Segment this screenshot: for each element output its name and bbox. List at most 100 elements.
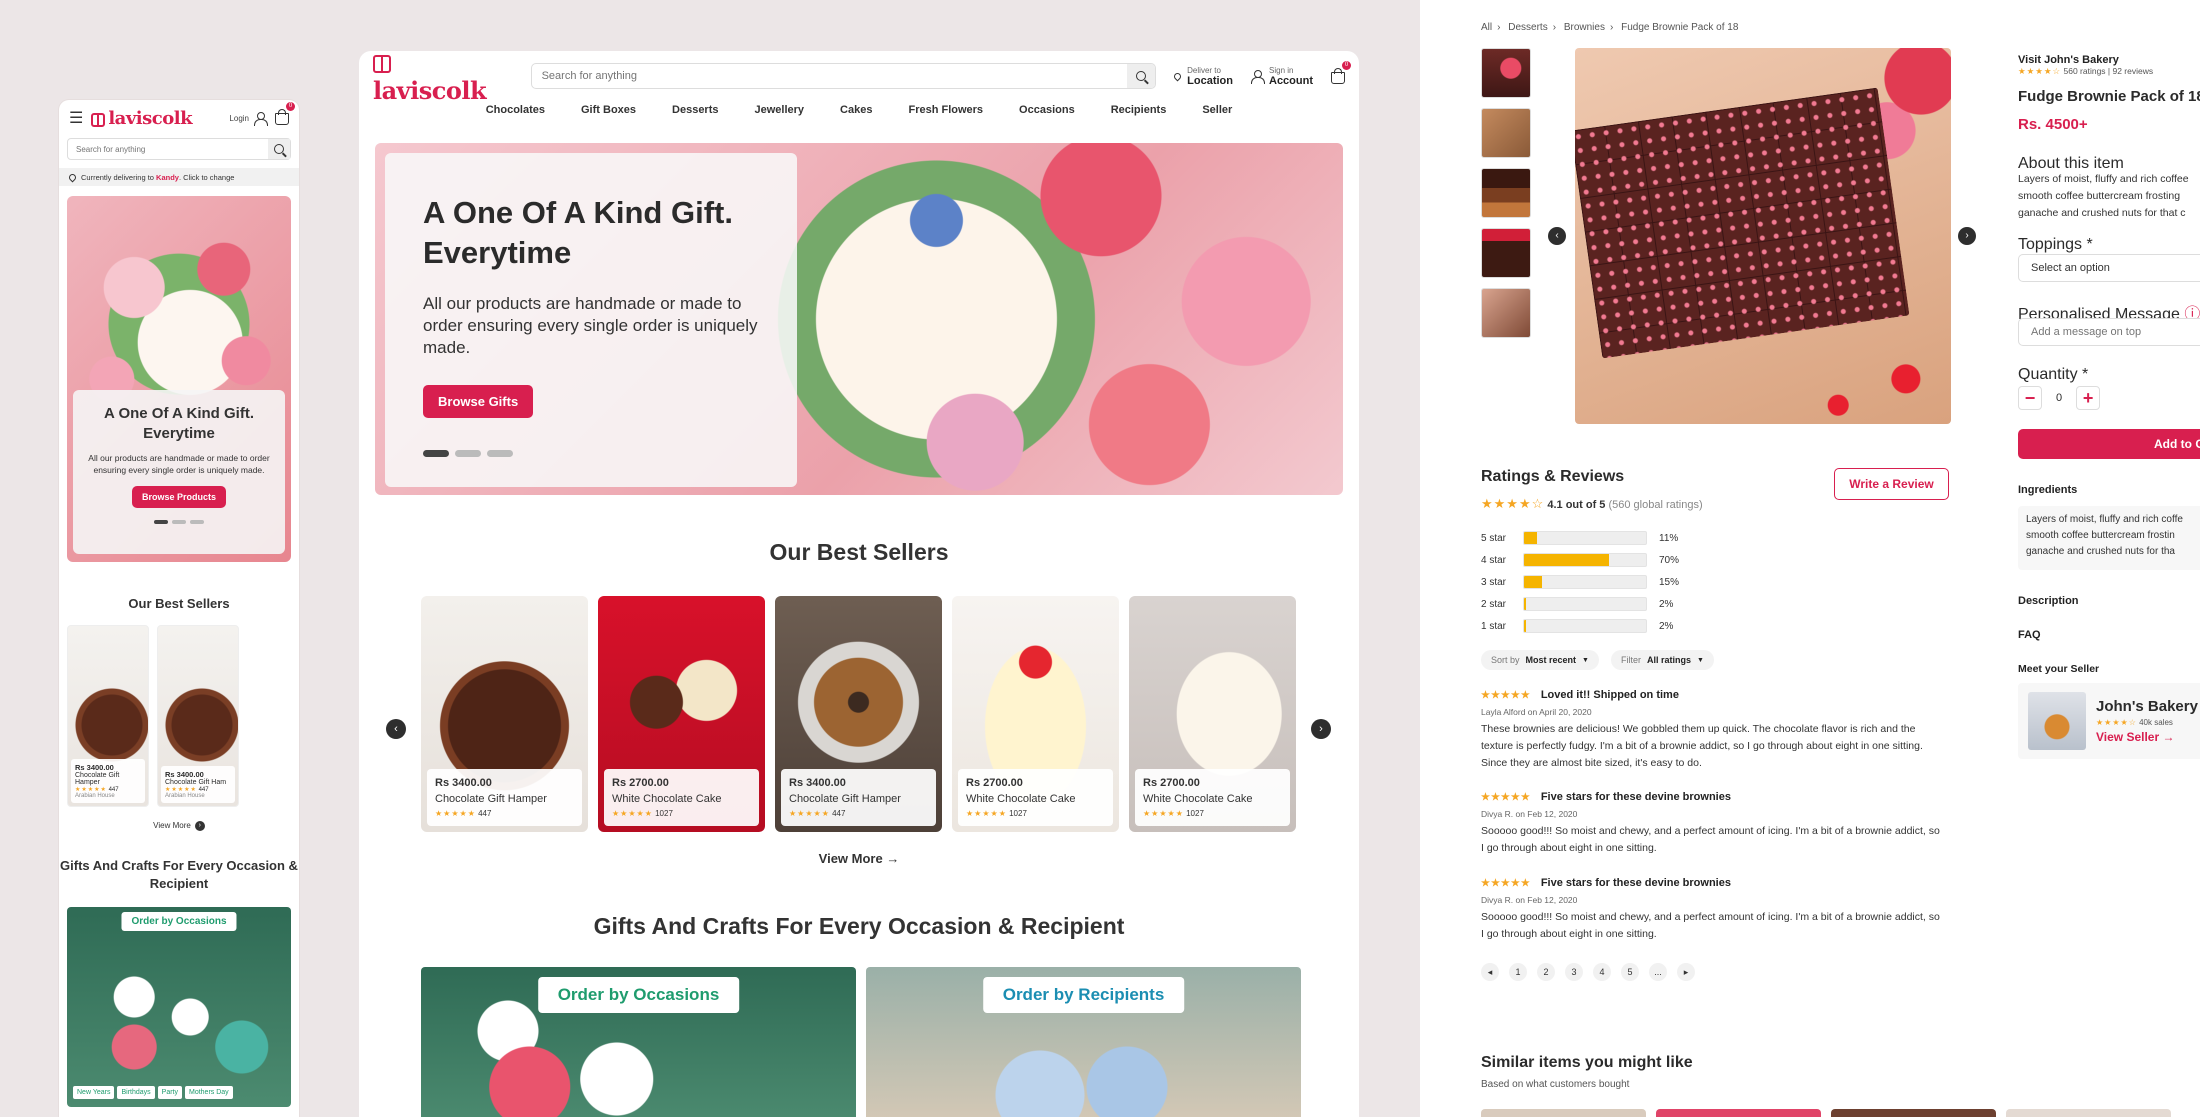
page-button[interactable]: 2 [1537, 963, 1555, 981]
filter-dropdown[interactable]: Filter All ratings ▼ [1610, 650, 1714, 670]
chip-mothers-day[interactable]: Mothers Day [185, 1086, 233, 1099]
carousel-dot[interactable] [423, 450, 449, 457]
description-toggle[interactable]: Description [2018, 595, 2200, 607]
sort-dropdown[interactable]: Sort by Most recent ▼ [1481, 650, 1599, 670]
view-more-link[interactable]: View More › [59, 821, 299, 831]
carousel-dot[interactable] [455, 450, 481, 457]
nav-desserts[interactable]: Desserts [654, 104, 736, 116]
best-sellers-title: Our Best Sellers [128, 596, 230, 611]
order-by-occasions-tag[interactable]: Order by Occasions [121, 912, 237, 931]
mobile-hero: A One Of A Kind Gift. Everytime All our … [67, 196, 291, 562]
deliver-to-button[interactable]: Deliver to Location [1172, 66, 1233, 87]
carousel-dot[interactable] [487, 450, 513, 457]
thumbnail[interactable] [1481, 108, 1531, 158]
faq-toggle[interactable]: FAQ [2018, 629, 2200, 641]
occasions-banner[interactable]: Order by Occasions New Years Birthdays P… [67, 907, 291, 1107]
order-by-occasions-tag[interactable]: Order by Occasions [537, 977, 740, 1013]
nav-jewellery[interactable]: Jewellery [737, 104, 823, 116]
chip-birthdays[interactable]: Birthdays [117, 1086, 155, 1099]
nav-occasions[interactable]: Occasions [1001, 104, 1093, 116]
product-title: Fudge Brownie Pack of 18 [2018, 88, 2200, 105]
chip-new-years[interactable]: New Years [73, 1086, 115, 1099]
product-card[interactable]: Rs 2700.00 White Chocolate Cake ★★★★★ 10… [1129, 596, 1296, 832]
nav-recipients[interactable]: Recipients [1093, 104, 1185, 116]
browse-gifts-button[interactable]: Browse Gifts [423, 385, 534, 418]
thumbnail[interactable] [1481, 288, 1531, 338]
search-input[interactable] [68, 144, 268, 154]
thumbnail[interactable] [1481, 48, 1531, 98]
nav-gift-boxes[interactable]: Gift Boxes [563, 104, 654, 116]
similar-item[interactable] [2006, 1109, 2171, 1117]
product-card[interactable]: Rs 3400.00 Chocolate Gift Ham ★★★★★ 447 … [157, 625, 239, 807]
page-button[interactable]: 5 [1621, 963, 1639, 981]
rating-bar-label: 3 star [1481, 576, 1507, 588]
nav-chocolates[interactable]: Chocolates [468, 104, 563, 116]
view-seller-link[interactable]: View Seller → [2096, 730, 2198, 744]
desktop-search [530, 63, 1157, 89]
delivery-bar[interactable]: Currently delivering to Kandy. Click to … [59, 168, 299, 186]
rating-bar-row[interactable]: 2 star 2% [1481, 593, 1679, 615]
similar-item[interactable] [1656, 1109, 1821, 1117]
image-prev-button[interactable]: ‹ [1548, 227, 1566, 245]
thumbnail[interactable] [1481, 168, 1531, 218]
rating-bar-label: 1 star [1481, 620, 1507, 632]
product-card[interactable]: Rs 3400.00 Chocolate Gift Hamper ★★★★★ 4… [67, 625, 149, 807]
carousel-dot[interactable] [172, 520, 186, 524]
nav-seller[interactable]: Seller [1184, 104, 1250, 116]
carousel-prev-button[interactable]: ‹ [386, 719, 406, 739]
product-name: Chocolate Gift Hamper [789, 793, 901, 805]
quantity-stepper: − 0 + [2018, 386, 2200, 410]
message-input[interactable] [2018, 318, 2200, 346]
breadcrumb-all[interactable]: All [1481, 22, 1492, 33]
carousel-next-button[interactable]: › [1311, 719, 1331, 739]
page-button[interactable]: 1 [1509, 963, 1527, 981]
rating-bar-row[interactable]: 5 star 11% [1481, 527, 1679, 549]
product-card[interactable]: Rs 3400.00 Chocolate Gift Hamper ★★★★★ 4… [775, 596, 942, 832]
nav-fresh-flowers[interactable]: Fresh Flowers [890, 104, 1001, 116]
menu-icon[interactable]: ☰ [69, 108, 83, 128]
nav-cakes[interactable]: Cakes [822, 104, 890, 116]
image-next-button[interactable]: › [1958, 227, 1976, 245]
cart-button[interactable]: 0 [275, 101, 295, 127]
page-next-button[interactable]: ▸ [1677, 963, 1695, 981]
page-button[interactable]: 4 [1593, 963, 1611, 981]
thumbnail[interactable] [1481, 228, 1531, 278]
login-link[interactable]: Login 0 [229, 101, 295, 127]
recipients-banner[interactable]: Order by Recipients [866, 967, 1301, 1117]
product-name: White Chocolate Cake [966, 793, 1076, 805]
rating-breakdown: 5 star 11% 4 star 70% 3 star 15% 2 star 2% 1 sta… [1481, 527, 1679, 637]
breadcrumb-brownies[interactable]: Brownies [1564, 22, 1605, 33]
account-button[interactable]: Sign in Account [1251, 66, 1313, 87]
chip-party[interactable]: Party [157, 1086, 182, 1099]
brand-logo[interactable]: laviscolk [373, 51, 507, 105]
order-by-recipients-tag[interactable]: Order by Recipients [982, 977, 1185, 1013]
product-detail-preview: All › Desserts › Brownies › Fudge Brownie P… [1420, 0, 2200, 1117]
breadcrumb-desserts[interactable]: Desserts [1508, 22, 1547, 33]
brand-logo[interactable]: laviscolk [91, 108, 193, 129]
occasions-banner[interactable]: Order by Occasions [421, 967, 856, 1117]
search-input[interactable] [531, 70, 1128, 82]
page-button[interactable]: 3 [1565, 963, 1583, 981]
add-to-cart-button[interactable]: Add to C [2018, 429, 2200, 459]
rating-bar-row[interactable]: 3 star 15% [1481, 571, 1679, 593]
product-card[interactable]: Rs 3400.00 Chocolate Gift Hamper ★★★★★ 4… [421, 596, 588, 832]
similar-item[interactable] [1481, 1109, 1646, 1117]
search-button[interactable] [268, 139, 290, 159]
carousel-dot[interactable] [154, 520, 168, 524]
toppings-select[interactable]: Select an option [2018, 254, 2200, 282]
decrease-button[interactable]: − [2018, 386, 2042, 410]
rating-bar-row[interactable]: 1 star 2% [1481, 615, 1679, 637]
review-item: ★★★★★ Five stars for these devine brownie… [1481, 877, 1941, 943]
page-prev-button[interactable]: ◂ [1481, 963, 1499, 981]
browse-products-button[interactable]: Browse Products [131, 486, 227, 508]
product-card[interactable]: Rs 2700.00 White Chocolate Cake ★★★★★ 10… [598, 596, 765, 832]
product-card[interactable]: Rs 2700.00 White Chocolate Cake ★★★★★ 10… [952, 596, 1119, 832]
search-button[interactable] [1127, 64, 1156, 88]
carousel-dot[interactable] [190, 520, 204, 524]
cart-button[interactable]: 0 [1331, 60, 1351, 84]
similar-item[interactable] [1831, 1109, 1996, 1117]
view-more-link[interactable]: View More → [359, 851, 1359, 866]
increase-button[interactable]: + [2076, 386, 2101, 410]
rating-bar-row[interactable]: 4 star 70% [1481, 549, 1679, 571]
write-review-button[interactable]: Write a Review [1834, 468, 1949, 500]
